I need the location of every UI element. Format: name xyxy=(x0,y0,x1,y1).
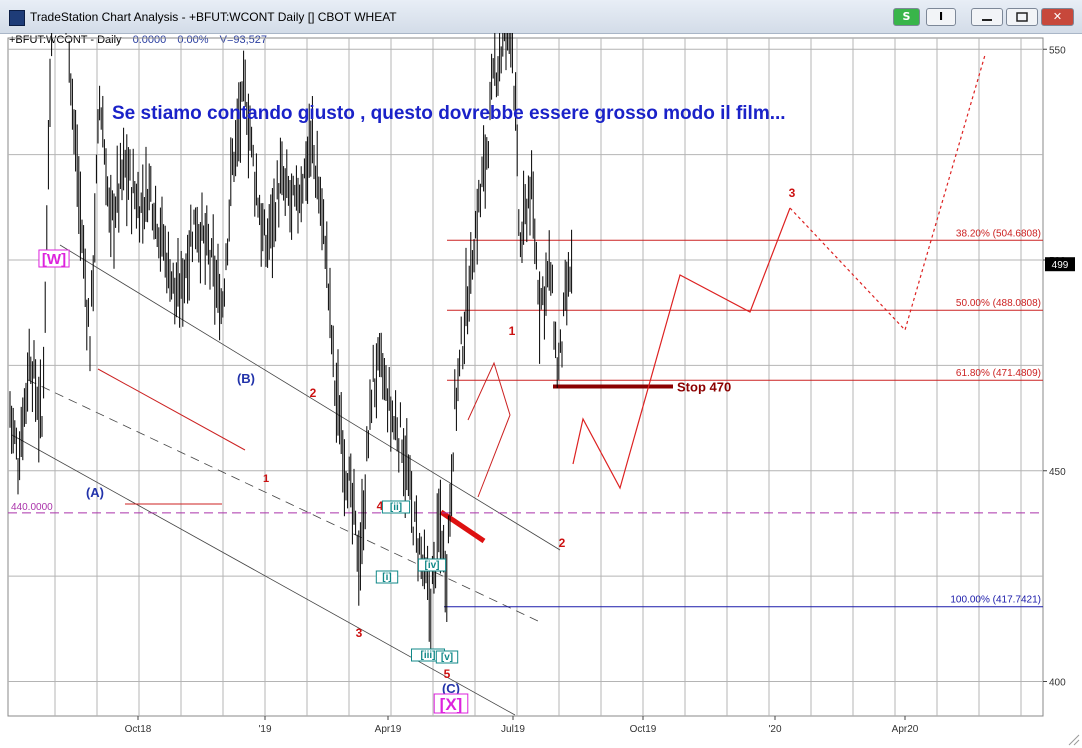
chart-headline: Se stiamo contando giusto , questo dovre… xyxy=(112,103,786,124)
wave-label: 2 xyxy=(310,386,317,400)
wave-label: [ii] xyxy=(390,502,402,513)
rally-channel xyxy=(467,361,511,498)
minimize-button[interactable] xyxy=(971,8,1003,26)
wave-label: [W] xyxy=(42,251,66,268)
wave-label: (B) xyxy=(237,371,255,386)
wave-label: 2 xyxy=(559,536,566,550)
y-tick-label: 550 xyxy=(1049,45,1066,56)
y-tick-label: 400 xyxy=(1049,678,1066,689)
x-tick-label: '20 xyxy=(768,724,781,735)
wave-label: 1 xyxy=(263,473,269,485)
trend-channels xyxy=(11,244,561,716)
status-s-button[interactable]: S xyxy=(893,8,920,26)
x-tick-label: Jul19 xyxy=(501,724,525,735)
x-tick-label: Oct19 xyxy=(630,724,657,735)
projection-dotted xyxy=(789,54,986,332)
x-tick-label: Apr20 xyxy=(892,724,919,735)
insert-menu-button[interactable]: I xyxy=(926,8,956,26)
x-tick-label: '19 xyxy=(258,724,271,735)
window-title: TradeStation Chart Analysis - +BFUT:WCON… xyxy=(30,10,397,24)
close-button[interactable]: ✕ xyxy=(1041,8,1074,26)
minimize-icon xyxy=(982,19,992,21)
wave-label: [v] xyxy=(441,652,453,663)
wave-label: 1 xyxy=(509,324,516,338)
chart-grid xyxy=(7,37,1044,717)
maximize-icon xyxy=(1016,12,1028,22)
stop-label: Stop 470 xyxy=(677,379,731,394)
fib-level-label: 100.00% (417.7421) xyxy=(950,595,1041,606)
y-tick-label: 450 xyxy=(1049,467,1066,478)
chart-labels: 440.00000.00% (558.4196)38.20% (504.6808… xyxy=(11,186,1041,714)
wave-label: 3 xyxy=(356,626,363,640)
wave-label: 3 xyxy=(789,186,796,200)
price-chart[interactable]: 400450500550600650700Oct18'19Apr19Jul19O… xyxy=(0,33,1082,748)
wave-label: (A) xyxy=(86,485,104,500)
fib-level-label: 38.20% (504.6808) xyxy=(956,228,1041,239)
breakout-marker xyxy=(439,509,486,544)
price-bars xyxy=(9,33,573,653)
wave-label: [iv] xyxy=(425,560,440,571)
last-price-label: 499 xyxy=(1052,260,1069,271)
wave-label: [iii] xyxy=(421,650,436,661)
wave-label: [X] xyxy=(440,695,463,714)
x-tick-label: Apr19 xyxy=(375,724,402,735)
plot-frame xyxy=(7,37,1044,717)
app-icon xyxy=(9,10,25,26)
resize-grip-icon[interactable] xyxy=(1066,732,1080,746)
wave-label: [i] xyxy=(382,572,391,583)
fib-level-label: 50.00% (488.0808) xyxy=(956,298,1041,309)
maximize-button[interactable] xyxy=(1006,8,1038,26)
x-tick-label: Oct18 xyxy=(125,724,152,735)
fib-level-label: 61.80% (471.4809) xyxy=(956,368,1041,379)
title-bar: TradeStation Chart Analysis - +BFUT:WCON… xyxy=(0,0,1082,34)
axes: 400450500550600650700Oct18'19Apr19Jul19O… xyxy=(125,45,1075,735)
level-440-label: 440.0000 xyxy=(11,502,53,513)
projection-solid xyxy=(572,207,791,490)
wave-label: 5 xyxy=(444,667,451,681)
trend-channel-line xyxy=(27,379,541,623)
